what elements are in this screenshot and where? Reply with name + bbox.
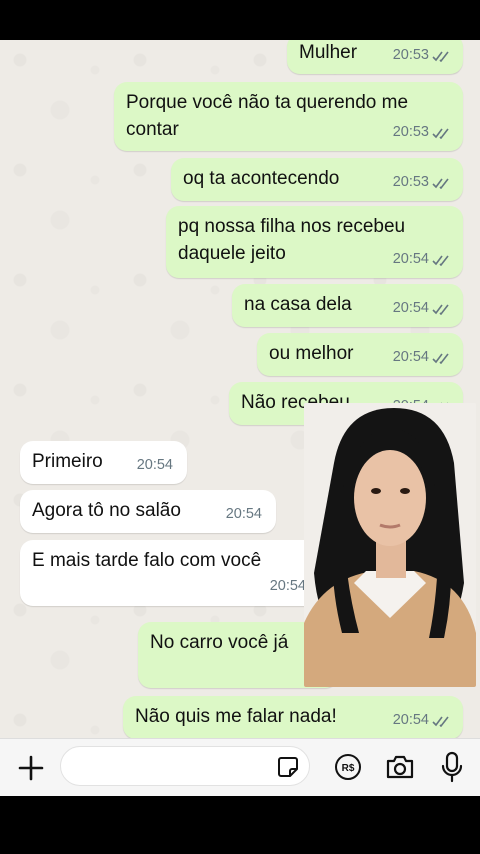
pix-rs-icon[interactable]: R$ (332, 751, 364, 783)
message-incoming[interactable]: Primeiro 20:54 (20, 441, 187, 484)
message-meta: 20:54 (393, 344, 452, 371)
double-check-icon (432, 51, 449, 62)
message-meta: 20:54 (226, 501, 262, 528)
message-incoming[interactable]: Agora tô no salão 20:54 (20, 490, 276, 533)
message-text: No carro você já (150, 632, 289, 653)
message-text: ou melhor (269, 343, 354, 364)
message-time: 20:54 (392, 251, 429, 267)
double-check-icon (432, 304, 449, 315)
message-outgoing[interactable]: pq nossa filha nos recebeu daquele jeito… (166, 206, 463, 278)
video-overlay (304, 403, 476, 687)
message-time: 20:54 (392, 349, 429, 365)
microphone-icon[interactable] (437, 749, 467, 785)
message-outgoing[interactable]: na casa dela 20:54 (232, 284, 463, 327)
double-check-icon (432, 128, 449, 139)
message-time: 20:54 (392, 712, 429, 728)
message-outgoing[interactable]: ou melhor 20:54 (257, 333, 463, 376)
message-meta: 20:53 (393, 119, 452, 146)
message-text: Agora tô no salão (32, 500, 181, 521)
double-check-icon (432, 716, 449, 727)
message-text: Não quis me falar nada! (135, 706, 337, 727)
message-meta: 20:53 (393, 42, 452, 69)
message-outgoing[interactable]: oq ta acontecendo 20:53 (171, 158, 463, 201)
message-meta: 20:54 (270, 573, 306, 600)
sticker-icon[interactable] (275, 754, 301, 780)
message-meta: 20:54 (393, 295, 452, 322)
message-input-field[interactable] (60, 746, 310, 786)
plus-icon[interactable] (14, 751, 48, 785)
person-image (304, 403, 476, 687)
message-meta: 20:53 (393, 169, 452, 196)
camera-icon[interactable] (383, 751, 417, 783)
message-text: Mulher (299, 42, 358, 63)
message-time: 20:54 (269, 578, 306, 594)
message-composer: R$ (0, 738, 480, 797)
message-meta: 20:54 (393, 246, 452, 273)
message-meta: 20:54 (393, 707, 452, 734)
double-check-icon (432, 353, 449, 364)
double-check-icon (432, 255, 449, 266)
message-time: 20:54 (136, 457, 173, 473)
message-outgoing[interactable]: Não quis me falar nada! 20:54 (123, 696, 463, 739)
message-time: 20:53 (392, 124, 429, 140)
message-text: E mais tarde falo com você (32, 550, 262, 571)
message-input[interactable] (75, 755, 269, 777)
message-time: 20:53 (392, 47, 429, 63)
svg-text:R$: R$ (342, 763, 355, 774)
message-text: na casa dela (244, 294, 352, 315)
message-outgoing[interactable]: Porque você não ta querendo me contar 20… (114, 82, 463, 151)
message-text: oq ta acontecendo (183, 168, 340, 189)
message-time: 20:54 (225, 506, 262, 522)
message-time: 20:53 (392, 174, 429, 190)
message-text: Primeiro (32, 451, 103, 472)
message-incoming[interactable]: E mais tarde falo com você 20:54 (20, 540, 320, 606)
bottom-bar (0, 796, 480, 854)
double-check-icon (432, 178, 449, 189)
message-time: 20:54 (392, 300, 429, 316)
message-outgoing[interactable]: Mulher 20:53 (287, 40, 463, 74)
message-meta: 20:54 (137, 452, 173, 479)
